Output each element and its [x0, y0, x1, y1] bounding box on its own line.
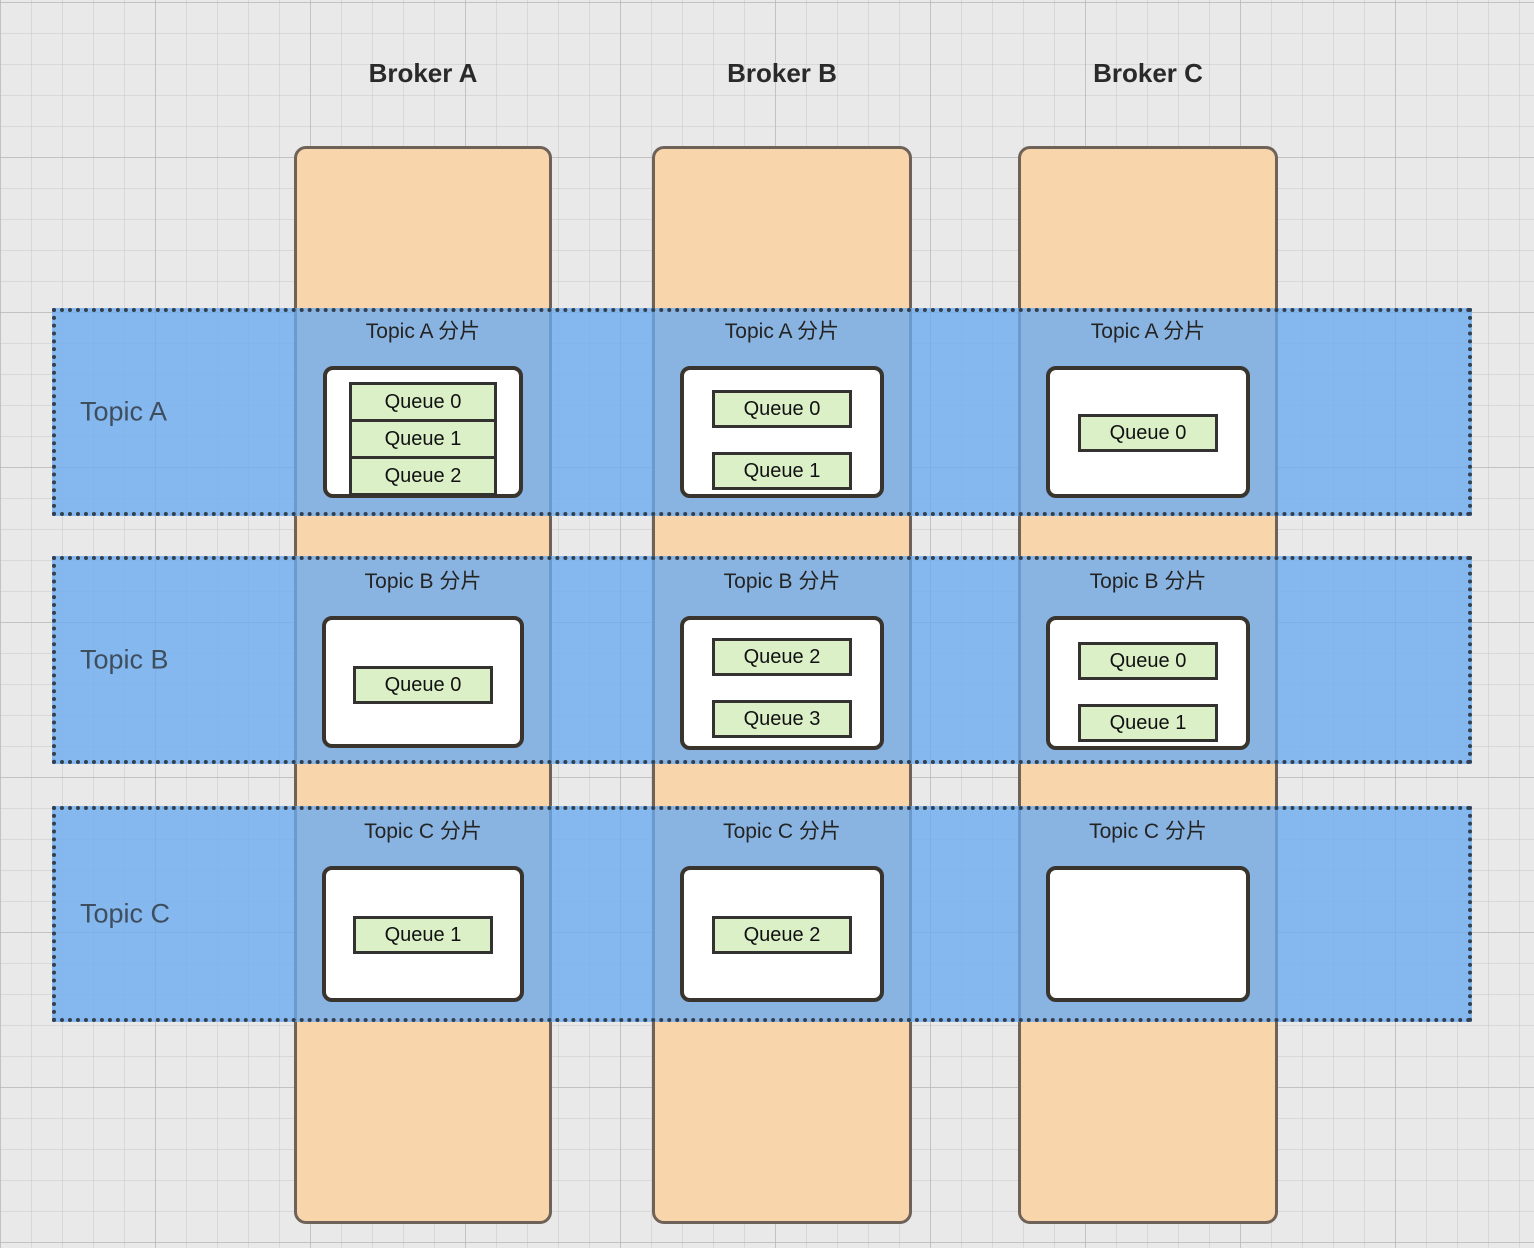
shard-box: [1046, 866, 1250, 1002]
queue-list: Queue 0 Queue 1: [655, 390, 909, 490]
broker-label-c: Broker C: [1093, 58, 1203, 88]
shard-title: Topic B 分片: [364, 570, 482, 593]
shard-topic-a-broker-b[interactable]: Topic A 分片 Queue 0 Queue 1: [655, 318, 909, 510]
queue-list: Queue 2: [655, 916, 909, 954]
queue-item[interactable]: Queue 0: [712, 390, 852, 428]
shard-topic-a-broker-c[interactable]: Topic A 分片 Queue 0: [1021, 318, 1275, 510]
queue-item[interactable]: Queue 0: [1078, 642, 1218, 680]
queue-list: Queue 0 Queue 1: [1021, 642, 1275, 742]
queue-item[interactable]: Queue 2: [712, 916, 852, 954]
diagram-canvas: Broker A Broker B Broker C Topic A Topic…: [0, 0, 1534, 1248]
broker-label-a: Broker A: [368, 58, 478, 88]
shard-topic-c-broker-b[interactable]: Topic C 分片 Queue 2: [655, 818, 909, 1018]
queue-item[interactable]: Queue 3: [712, 700, 852, 738]
shard-topic-b-broker-b[interactable]: Topic B 分片 Queue 2 Queue 3: [655, 568, 909, 764]
queue-item[interactable]: Queue 2: [712, 638, 852, 676]
shard-title: Topic A 分片: [724, 320, 840, 343]
queue-item[interactable]: Queue 1: [353, 916, 493, 954]
queue-item[interactable]: Queue 1: [712, 452, 852, 490]
queue-list: Queue 0 Queue 1 Queue 2: [297, 382, 549, 496]
queue-item[interactable]: Queue 0: [1078, 414, 1218, 452]
topic-label-b: Topic B: [80, 644, 169, 675]
shard-title: Topic B 分片: [1089, 570, 1207, 593]
queue-item[interactable]: Queue 0: [349, 382, 497, 422]
shard-topic-c-broker-a[interactable]: Topic C 分片 Queue 1: [297, 818, 549, 1018]
queue-list: Queue 2 Queue 3: [655, 638, 909, 738]
queue-list: Queue 1: [297, 916, 549, 954]
shard-topic-a-broker-a[interactable]: Topic A 分片 Queue 0 Queue 1 Queue 2: [297, 318, 549, 510]
shard-title: Topic A 分片: [1090, 320, 1206, 343]
shard-topic-b-broker-c[interactable]: Topic B 分片 Queue 0 Queue 1: [1021, 568, 1275, 764]
queue-item[interactable]: Queue 0: [353, 666, 493, 704]
shard-title: Topic C 分片: [1089, 820, 1207, 843]
shard-title: Topic B 分片: [723, 570, 841, 593]
shard-topic-c-broker-c[interactable]: Topic C 分片: [1021, 818, 1275, 1018]
topic-label-a: Topic A: [80, 396, 168, 427]
shard-topic-b-broker-a[interactable]: Topic B 分片 Queue 0: [297, 568, 549, 764]
shard-title: Topic C 分片: [364, 820, 482, 843]
queue-list: Queue 0: [1021, 414, 1275, 452]
queue-item[interactable]: Queue 2: [349, 456, 497, 496]
queue-item[interactable]: Queue 1: [349, 419, 497, 459]
shard-title: Topic A 分片: [365, 320, 481, 343]
broker-label-b: Broker B: [727, 58, 837, 88]
queue-item[interactable]: Queue 1: [1078, 704, 1218, 742]
topic-label-c: Topic C: [80, 898, 171, 929]
shard-title: Topic C 分片: [723, 820, 841, 843]
queue-list: Queue 0: [297, 666, 549, 704]
